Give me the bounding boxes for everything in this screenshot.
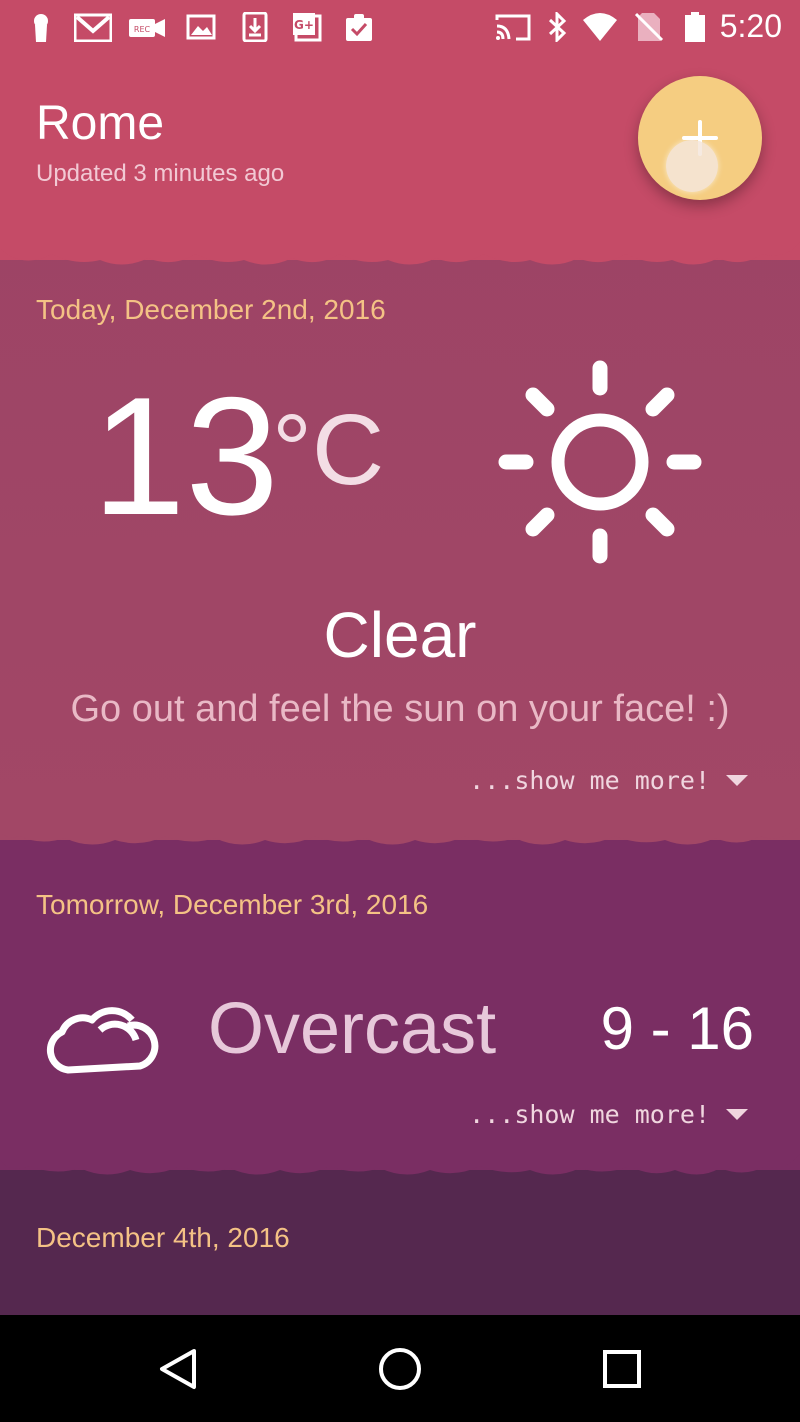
clipboard-check-icon [346,14,372,41]
clock: 5:20 [719,8,782,44]
cast-icon [495,14,531,41]
tomorrow-temperature-range: 9 - 16 [600,995,754,1062]
gmail-icon [74,13,112,42]
today-tagline: Go out and feel the sun on your face! :) [70,688,730,730]
tomorrow-show-more-label: ...show me more! [469,1100,710,1129]
no-sim-icon [634,12,664,42]
add-city-button[interactable] [638,76,762,200]
city-name: Rome [36,97,165,150]
today-date-label: Today, December 2nd, 2016 [36,294,386,325]
weather-screen: REC G+ 5:20 Rome Updated 3 minutes ago T… [0,0,800,1315]
google-plus-icon: G+ [293,13,322,42]
tomorrow-condition: Overcast [208,989,497,1069]
tomorrow-show-more-button[interactable]: ...show me more! [469,1100,748,1129]
battery-icon [685,12,705,42]
download-icon [242,12,268,42]
recents-icon[interactable] [590,1337,654,1401]
tomorrow-date-label: Tomorrow, December 3rd, 2016 [36,889,429,920]
today-show-more-label: ...show me more! [469,766,710,795]
today-temperature: 13 [92,362,279,550]
svg-text:G+: G+ [294,18,314,32]
navigation-bar [0,1315,800,1422]
today-condition: Clear [323,599,477,671]
last-updated: Updated 3 minutes ago [36,160,285,187]
today-scallop-edge [0,810,800,845]
wifi-icon [583,13,617,41]
image-icon [186,14,216,40]
home-icon[interactable] [368,1337,432,1401]
sun-icon [498,360,702,564]
svg-text:REC: REC [134,25,151,34]
header-scallop-edge [0,230,800,265]
temperature-unit: °C [272,394,385,506]
chevron-down-icon [726,775,748,786]
status-bar: REC G+ 5:20 [0,0,800,54]
touch-ripple [666,140,718,192]
today-show-more-button[interactable]: ...show me more! [469,766,748,795]
tomorrow-scallop-edge [0,1140,800,1175]
cloud-icon [46,1007,159,1074]
bluetooth-icon [548,12,567,42]
chevron-down-icon [726,1109,748,1120]
keyhole-icon [34,14,48,42]
back-icon[interactable] [146,1337,210,1401]
day3-date-label: December 4th, 2016 [36,1222,290,1253]
screen-record-icon: REC [129,19,165,37]
